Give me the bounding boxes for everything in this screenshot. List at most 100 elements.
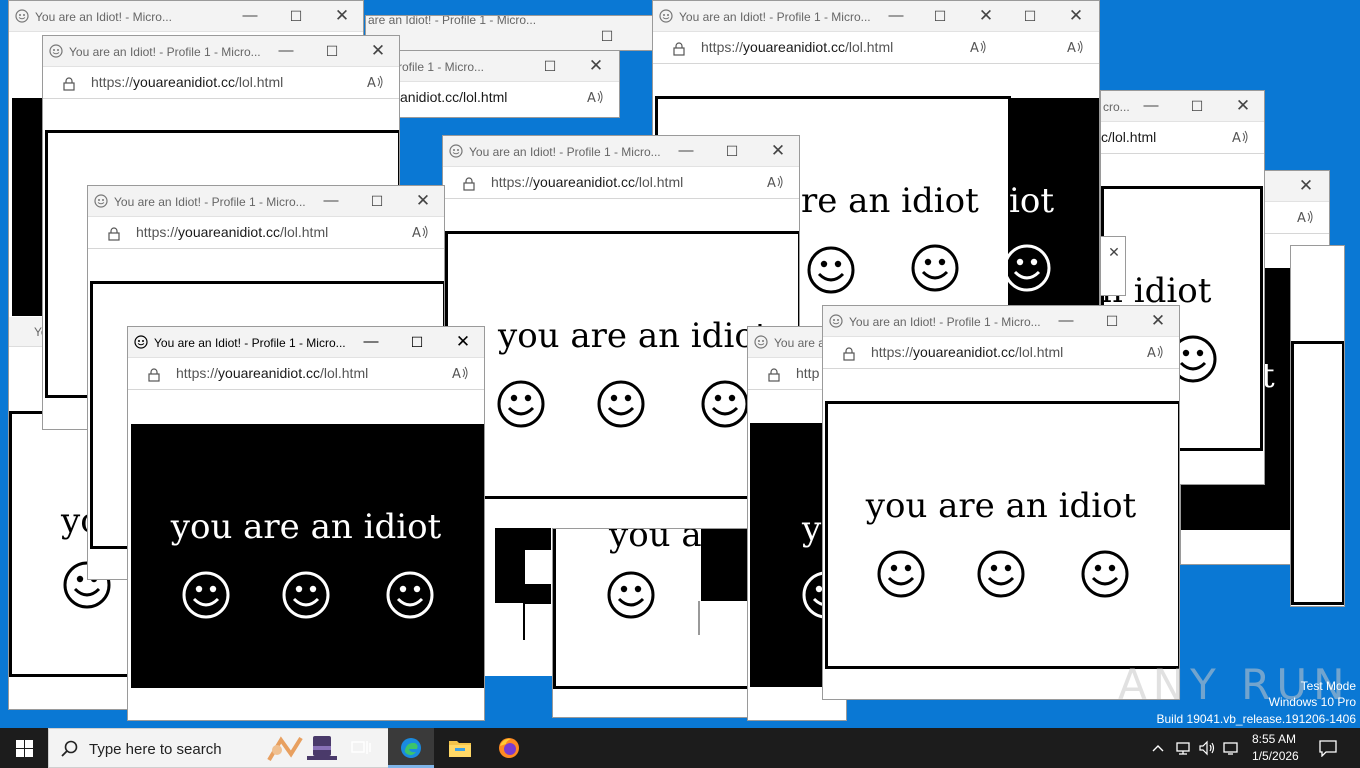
svg-text:A: A	[587, 91, 596, 106]
read-aloud-icon[interactable]: A	[411, 223, 429, 241]
address-bar[interactable]: anidiot.cc/lol.html A	[396, 82, 619, 117]
title-bar[interactable]: You are an Idiot! - Profile 1 - Micro...…	[823, 306, 1179, 337]
display-icon[interactable]	[1222, 740, 1240, 756]
smiley-icon	[701, 380, 749, 428]
file-explorer-taskbar-button[interactable]	[437, 728, 483, 768]
title-bar[interactable]: You are an Idiot! - Profile 1 - Micro...…	[43, 36, 399, 67]
maximize-icon[interactable]: ☐	[406, 332, 428, 352]
address-url: https://youareanidiot.cc/lol.html	[701, 39, 894, 55]
minimize-icon[interactable]: —	[275, 41, 297, 61]
close-icon[interactable]: ✕	[1232, 96, 1254, 116]
browser-window[interactable]	[1290, 245, 1345, 607]
address-bar[interactable]: https://youareanidiot.cc/lol.html A A	[653, 32, 1099, 64]
page-message: y	[802, 509, 822, 549]
maximize-icon[interactable]: ☐	[1101, 311, 1123, 331]
page-block	[525, 528, 551, 550]
smiley-favicon-icon	[449, 144, 463, 158]
address-bar[interactable]: https://youareanidiot.cc/lol.html A	[443, 167, 799, 199]
close-icon[interactable]: ✕	[585, 56, 607, 76]
browser-window[interactable]	[485, 528, 557, 676]
read-aloud-icon[interactable]: A	[1066, 38, 1084, 56]
title-bar[interactable]: You are an Idiot! - Profile 1 - Micro...…	[128, 327, 484, 358]
read-aloud-icon[interactable]: A	[1146, 343, 1164, 361]
volume-icon[interactable]	[1198, 740, 1216, 756]
smiley-icon	[1081, 550, 1129, 598]
maximize-icon[interactable]: ☐	[929, 6, 951, 26]
minimize-icon[interactable]: —	[320, 191, 342, 211]
title-bar[interactable]: You are an Idiot! - Profile 1 - Micro...…	[653, 1, 1099, 32]
minimize-icon[interactable]: —	[675, 141, 697, 161]
close-icon[interactable]: ✕	[1295, 176, 1317, 196]
task-view-button[interactable]	[340, 728, 384, 768]
close-icon[interactable]: ✕	[452, 332, 474, 352]
maximize-icon[interactable]: ☐	[539, 56, 561, 76]
browser-window[interactable]: You are an Idiot! - Profile 1 - Micro...…	[822, 305, 1180, 700]
maximize-icon[interactable]: ☐	[1019, 6, 1041, 26]
lock-icon	[63, 77, 75, 91]
svg-text:A: A	[452, 367, 461, 382]
edge-taskbar-button[interactable]	[388, 728, 434, 768]
minimize-icon[interactable]: —	[1055, 311, 1077, 331]
address-bar[interactable]: https://youareanidiot.cc/lol.html A	[88, 217, 444, 249]
browser-window[interactable]: are an Idiot! - Profile 1 - Micro... ☐	[365, 15, 655, 51]
page-frame	[825, 401, 1179, 669]
smiley-favicon-icon	[659, 9, 673, 23]
read-aloud-icon[interactable]: A	[969, 38, 987, 56]
close-icon[interactable]: ✕	[1147, 311, 1169, 331]
address-bar[interactable]: c/lol.html A	[1101, 122, 1264, 154]
address-bar[interactable]: https://youareanidiot.cc/lol.html A	[43, 67, 399, 99]
read-aloud-icon[interactable]: A	[1231, 128, 1249, 146]
read-aloud-icon[interactable]: A	[586, 88, 604, 106]
browser-window[interactable]: You are an Idiot! - Profile 1 - Micro...…	[127, 326, 485, 721]
read-aloud-icon[interactable]: A	[451, 364, 469, 382]
close-icon[interactable]: ✕	[975, 6, 997, 26]
smiley-icon	[497, 380, 545, 428]
maximize-icon[interactable]: ☐	[596, 26, 618, 46]
maximize-icon[interactable]: ☐	[721, 141, 743, 161]
minimize-icon[interactable]: —	[1140, 96, 1162, 116]
title-bar[interactable]: are an Idiot! - Profile 1 - Micro... ☐	[366, 15, 654, 50]
maximize-icon[interactable]: ☐	[321, 41, 343, 61]
close-icon[interactable]: ✕	[412, 191, 434, 211]
start-button[interactable]	[0, 728, 48, 768]
network-icon[interactable]	[1174, 740, 1192, 756]
title-bar[interactable]: cro... — ☐ ✕	[1101, 91, 1264, 122]
window-title: You are an Idiot! - Profile 1 - Micro...	[679, 10, 871, 24]
maximize-icon[interactable]: ☐	[285, 6, 307, 26]
read-aloud-icon[interactable]: A	[1296, 208, 1314, 226]
close-icon[interactable]: ✕	[331, 6, 353, 26]
title-bar[interactable]: You are an Idiot! - Profile 1 - Micro...…	[443, 136, 799, 167]
title-bar[interactable]: You are an Idiot! - Micro... — ☐ ✕	[9, 1, 363, 32]
smiley-icon	[877, 550, 925, 598]
page-message: you a	[609, 528, 702, 555]
page-message: you are an idiot	[498, 316, 769, 356]
close-icon[interactable]: ✕	[767, 141, 789, 161]
smiley-favicon-icon	[134, 335, 148, 349]
taskbar-search-box[interactable]: Type here to search	[48, 728, 390, 768]
close-icon[interactable]: ✕	[367, 41, 389, 61]
address-url: https://youareanidiot.cc/lol.html	[176, 365, 369, 381]
maximize-icon[interactable]: ☐	[366, 191, 388, 211]
window-title: are an Idiot! - Profile 1 - Micro...	[368, 15, 537, 27]
read-aloud-icon[interactable]: A	[366, 73, 384, 91]
address-bar[interactable]: https://youareanidiot.cc/lol.html A	[128, 358, 484, 390]
firefox-taskbar-button[interactable]	[486, 728, 532, 768]
browser-window[interactable]: you a	[552, 528, 750, 718]
browser-window[interactable]: ✕	[1100, 236, 1126, 296]
browser-window[interactable]: rofile 1 - Micro... ☐ ✕ anidiot.cc/lol.h…	[395, 50, 620, 118]
minimize-icon[interactable]: —	[360, 332, 382, 352]
address-bar[interactable]: https://youareanidiot.cc/lol.html A	[823, 337, 1179, 369]
maximize-icon[interactable]: ☐	[1186, 96, 1208, 116]
close-icon[interactable]: ✕	[1103, 242, 1125, 262]
read-aloud-icon[interactable]: A	[766, 173, 784, 191]
minimize-icon[interactable]: —	[239, 6, 261, 26]
clock[interactable]: 8:55 AM 1/5/2026	[1246, 728, 1306, 768]
page-frame	[131, 424, 484, 688]
title-bar[interactable]: rofile 1 - Micro... ☐ ✕	[396, 51, 619, 82]
notification-icon[interactable]	[1318, 739, 1338, 757]
close-icon[interactable]: ✕	[1065, 6, 1087, 26]
title-bar[interactable]: You are an Idiot! - Profile 1 - Micro...…	[88, 186, 444, 217]
window-title: You are an Idiot! - Micro...	[35, 10, 172, 24]
minimize-icon[interactable]: —	[885, 6, 907, 26]
chevron-up-icon[interactable]	[1150, 741, 1166, 755]
